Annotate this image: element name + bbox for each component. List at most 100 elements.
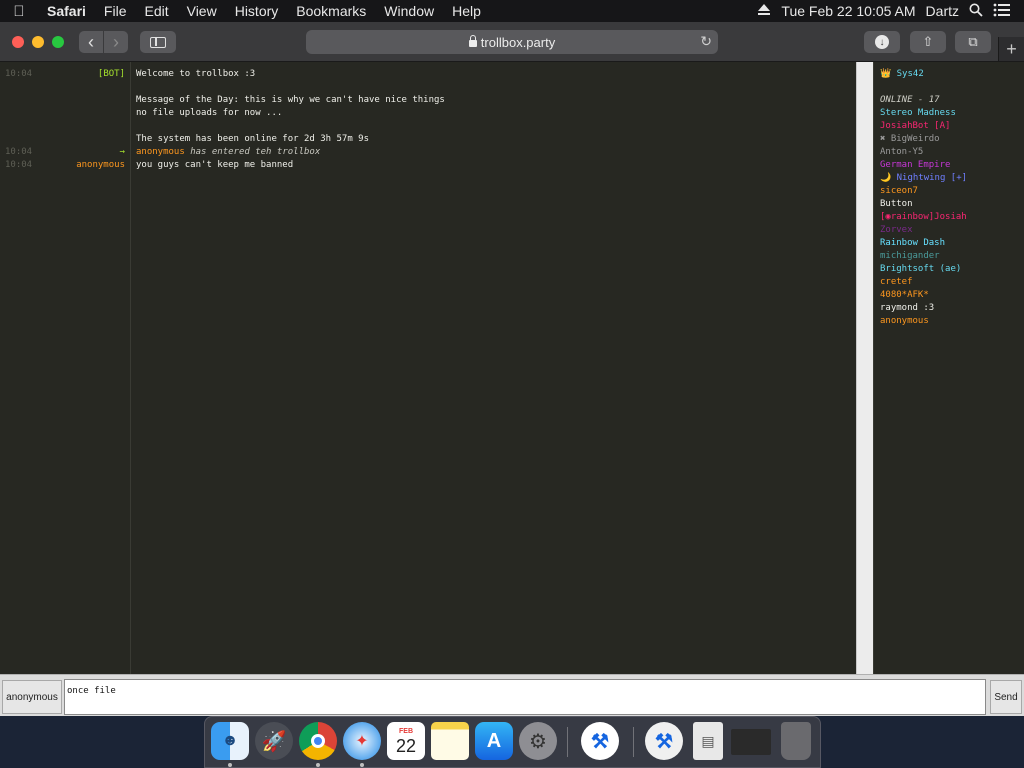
chrome-icon[interactable] (299, 722, 337, 760)
crown-icon: 👑 (880, 69, 892, 79)
dock: ☻ 🚀 ✦ FEB 22 A ⚙ ⚒ ⚒ ▤ (204, 716, 821, 768)
address-bar[interactable]: trollbox.party ↻ (306, 30, 718, 54)
spotlight-search-icon[interactable] (964, 3, 988, 20)
close-window-button[interactable] (12, 36, 24, 48)
app-store-icon[interactable]: A (475, 722, 513, 760)
message-time: 10:04 (5, 69, 33, 79)
launchpad-icon[interactable]: 🚀 (255, 722, 293, 760)
sidebar-icon (150, 36, 166, 48)
trollbox-page: 10:04 [BOT] Welcome to trollbox :3 Message … (0, 62, 1024, 674)
chat-message: 10:04 anonymous you guys can't keep me ban… (0, 159, 856, 172)
menu-help[interactable]: Help (443, 3, 490, 19)
menu-history[interactable]: History (226, 3, 288, 19)
downloads-button[interactable]: ↓ (864, 31, 900, 53)
menu-bookmarks[interactable]: Bookmarks (287, 3, 375, 19)
user-list-item[interactable]: German Empire (880, 159, 950, 172)
menu-bar:  Safari File Edit View History Bookmark… (0, 0, 1024, 22)
user-list-item[interactable]: michigander (880, 250, 940, 263)
system-preferences-icon[interactable]: ⚙ (519, 722, 557, 760)
sidebar-toggle-button[interactable] (140, 31, 176, 53)
message-inline-nick[interactable]: anonymous (136, 147, 185, 157)
user-list-item[interactable]: raymond :3 (880, 302, 934, 315)
user-list-item[interactable]: Anton-Y5 (880, 146, 923, 159)
forward-button[interactable]: › (104, 31, 128, 53)
user-list-item[interactable]: anonymous (880, 315, 929, 328)
send-button[interactable]: Send (990, 680, 1022, 714)
message-input[interactable]: once file (64, 679, 986, 715)
message-text: you guys can't keep me banned (136, 159, 293, 172)
current-user[interactable]: 👑 Sys42 (880, 68, 924, 81)
finder-face-icon: ☻ (221, 732, 239, 749)
nickname-button[interactable]: anonymous (2, 680, 62, 714)
finder-icon[interactable]: ☻ (211, 722, 249, 760)
menu-edit[interactable]: Edit (135, 3, 177, 19)
back-button[interactable]: ‹ (79, 31, 103, 53)
plus-icon: + (1006, 38, 1017, 59)
message-nick[interactable]: → (120, 146, 125, 159)
gear-icon: ⚙ (529, 730, 547, 753)
document-icon[interactable]: ▤ (693, 722, 723, 760)
clock[interactable]: Tue Feb 22 10:05 AM (776, 3, 920, 19)
chat-scrollbar[interactable] (856, 62, 873, 674)
message-text: no file uploads for now ... (136, 107, 282, 120)
dock-separator-2 (633, 727, 634, 757)
calendar-icon[interactable]: FEB 22 (387, 722, 425, 760)
user-list-item[interactable]: JosiahBot [A] (880, 120, 950, 133)
user-list-item[interactable]: Rainbow Dash (880, 237, 945, 250)
notes-icon[interactable] (431, 722, 469, 760)
message-text: Welcome to trollbox :3 (136, 68, 255, 81)
user-list-item[interactable]: 🌙 Nightwing [+] (880, 172, 967, 185)
menu-window[interactable]: Window (375, 3, 443, 19)
user-list-item[interactable]: 4080*AFK* (880, 289, 929, 302)
tab-overview-button[interactable]: ⧉ (955, 31, 991, 53)
message-bar: anonymous once file Send (0, 674, 1024, 716)
reload-icon[interactable]: ↻ (700, 33, 712, 50)
chat-message: Message of the Day: this is why we can't… (0, 94, 856, 107)
new-tab-button[interactable]: + (998, 37, 1024, 61)
user-list-item[interactable]: [◉rainbow]Josiah (880, 211, 967, 224)
trash-icon[interactable] (781, 722, 811, 760)
message-body: Welcome to trollbox :3 (136, 69, 256, 79)
chat-message: no file uploads for now ... (0, 107, 856, 120)
xcode-icon[interactable]: ⚒ (581, 722, 619, 760)
message-time: 10:04 (5, 147, 33, 157)
control-center-icon[interactable] (988, 3, 1016, 20)
user-list-item[interactable]: ✖ BigWeirdo (880, 133, 940, 146)
message-nick[interactable]: [BOT] (98, 68, 125, 81)
menu-app-name[interactable]: Safari (38, 3, 95, 19)
user-list-item[interactable]: Brightsoft (ae) (880, 263, 961, 276)
user-list-item[interactable]: Button (880, 198, 913, 211)
message-nick[interactable]: anonymous (76, 159, 125, 172)
eject-icon[interactable] (752, 3, 776, 19)
finder-running-dot (228, 763, 232, 767)
user-list-item[interactable]: siceon7 (880, 185, 918, 198)
message-text: anonymous has entered teh trollbox (136, 146, 320, 159)
fullscreen-window-button[interactable] (52, 36, 64, 48)
downloads-stack-icon[interactable]: ⚒ (645, 722, 683, 760)
chat-log[interactable]: 10:04 [BOT] Welcome to trollbox :3 Message … (0, 62, 856, 674)
user-name[interactable]: Dartz (921, 3, 964, 19)
minimized-window-icon[interactable] (731, 729, 771, 755)
url-text: trollbox.party (480, 34, 556, 50)
user-list: 👑 Sys42 ONLINE - 17 Stereo Madness Josiah… (873, 62, 1024, 674)
chat-message: The system has been online for 2d 3h 57m… (0, 133, 856, 146)
message-body: has entered teh trollbox (190, 147, 321, 157)
safari-icon[interactable]: ✦ (343, 722, 381, 760)
calendar-month: FEB (399, 727, 413, 735)
apple-menu-icon[interactable]:  (0, 3, 38, 20)
app-store-a-icon: A (486, 729, 502, 752)
menu-view[interactable]: View (178, 3, 226, 19)
hammer-icon: ⚒ (591, 730, 609, 753)
chat-message: 10:04 [BOT] Welcome to trollbox :3 (0, 68, 856, 81)
chevron-left-icon: ‹ (88, 31, 94, 52)
message-body: no file uploads for now ... (136, 108, 283, 118)
tabs-icon: ⧉ (968, 34, 978, 49)
user-list-item[interactable]: Zorvex (880, 224, 913, 237)
minimize-window-button[interactable] (32, 36, 44, 48)
message-time: 10:04 (5, 160, 33, 170)
share-button[interactable]: ⇧ (910, 31, 946, 53)
menu-file[interactable]: File (95, 3, 136, 19)
user-list-item[interactable]: cretef (880, 276, 913, 289)
user-list-item[interactable]: Stereo Madness (880, 107, 956, 120)
share-icon: ⇧ (922, 34, 934, 49)
